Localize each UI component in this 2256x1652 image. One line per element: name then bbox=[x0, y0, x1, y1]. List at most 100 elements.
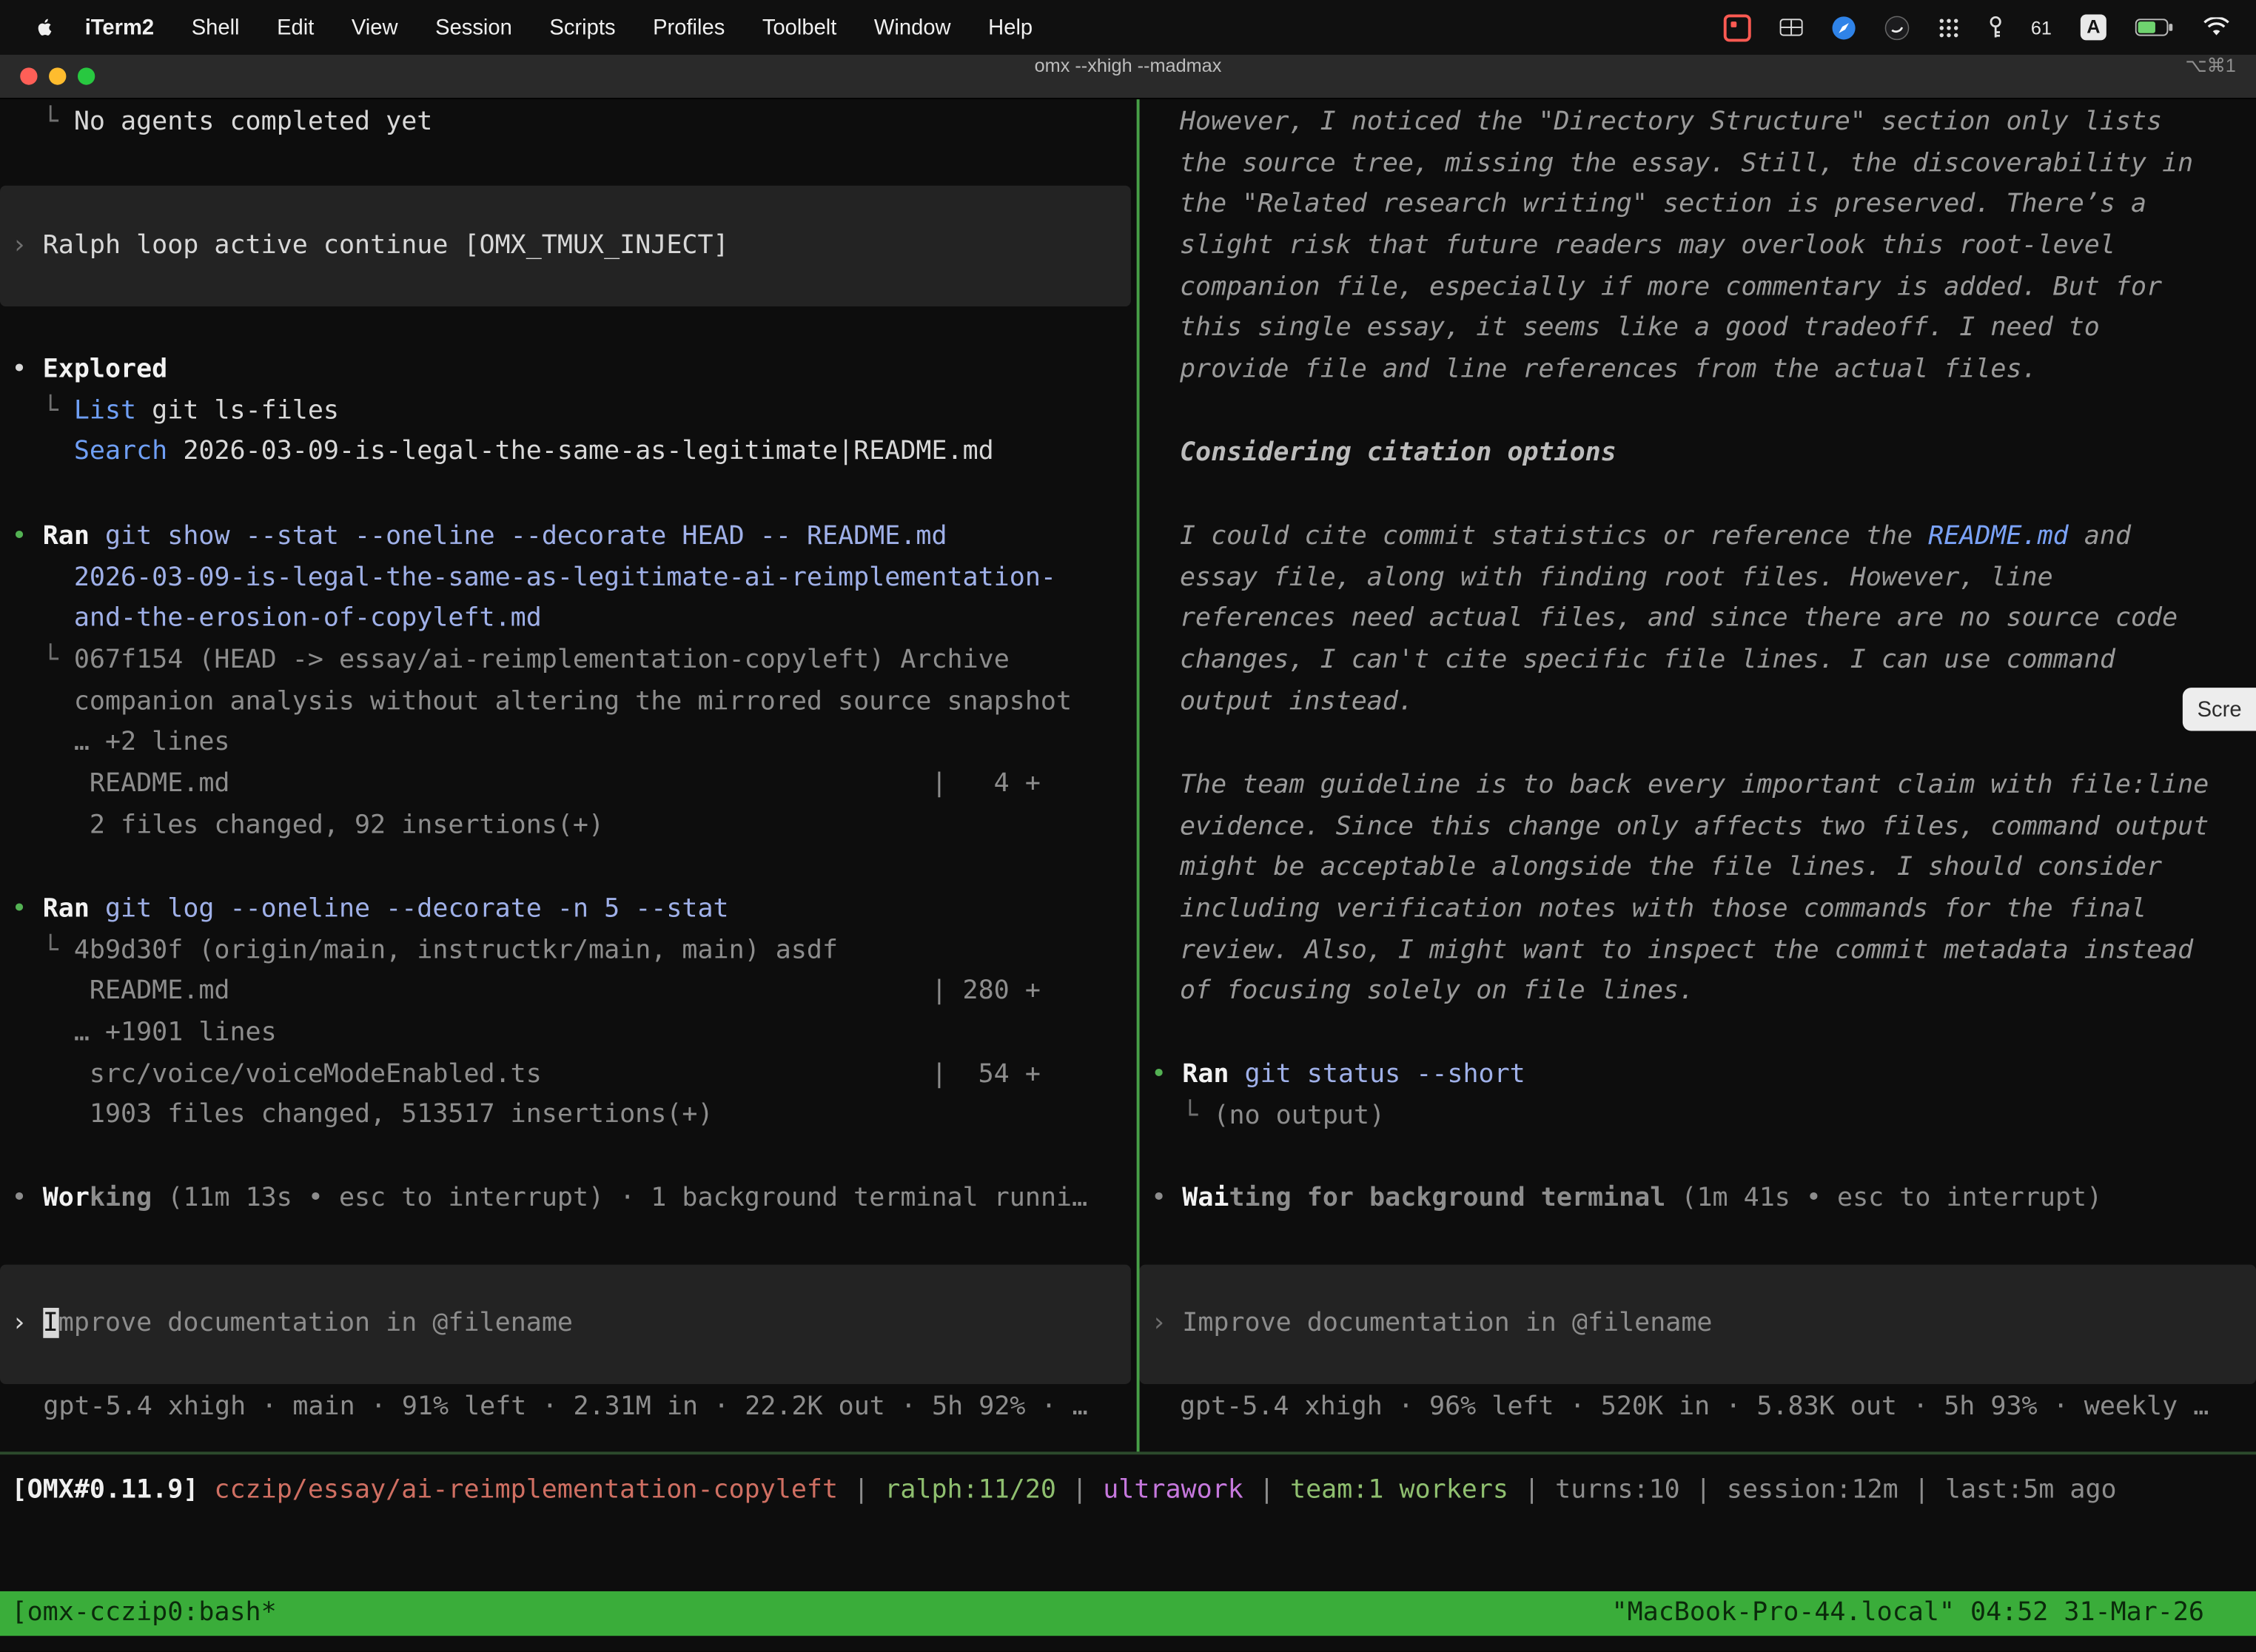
menu-bar-menus: iTerm2ShellEditViewSessionScriptsProfile… bbox=[0, 14, 1051, 40]
explored-block: • Explored └ List git ls-files Search 20… bbox=[12, 349, 994, 473]
terminal-line: [OMX#0.11.9] cczip/essay/ai-reimplementa… bbox=[12, 1471, 2117, 1512]
window-shortcut-badge: ⌥⌘1 bbox=[2185, 55, 2235, 78]
terminal-line: • Working (11m 13s • esc to interrupt) ·… bbox=[12, 1178, 1088, 1220]
terminal-line: of focusing solely on file lines. bbox=[1180, 972, 2209, 1013]
terminal-line: output instead. bbox=[1180, 682, 2178, 723]
terminal-line: review. Also, I might want to inspect th… bbox=[1180, 930, 2209, 972]
terminal-line: 2026-03-09-is-legal-the-same-as-legitima… bbox=[12, 558, 1072, 600]
menu-item-scripts[interactable]: Scripts bbox=[531, 15, 634, 39]
tmux-pane-right: However, I noticed the "Directory Struct… bbox=[1140, 98, 2256, 1451]
battery-percent: 61 bbox=[2031, 16, 2052, 38]
waiting-status-line: • Waiting for background terminal (1m 41… bbox=[1151, 1178, 2102, 1220]
terminal-line: 1903 files changed, 513517 insertions(+) bbox=[12, 1095, 1041, 1137]
terminal-line: └ 4b9d30f (origin/main, instructkr/main,… bbox=[12, 930, 1041, 972]
menu-bar-status-icons: 61 A bbox=[1723, 13, 2256, 41]
terminal-line: companion file, especially if more comme… bbox=[1180, 267, 2193, 309]
menu-item-help[interactable]: Help bbox=[970, 15, 1052, 39]
terminal-line: provide file and line references from th… bbox=[1180, 350, 2193, 392]
terminal-line: └ No agents completed yet bbox=[12, 102, 433, 144]
terminal-line: The team guideline is to back every impo… bbox=[1180, 765, 2209, 807]
terminal-line: might be acceptable alongside the file l… bbox=[1180, 848, 2209, 890]
reasoning-paragraph-cite: I could cite commit statistics or refere… bbox=[1180, 517, 2178, 723]
terminal-line: › Improve documentation in @filename bbox=[12, 1303, 573, 1345]
terminal-line: └ (no output) bbox=[1151, 1096, 1525, 1138]
terminal-line: However, I noticed the "Directory Struct… bbox=[1180, 102, 2193, 144]
terminal-line: • Explored bbox=[12, 349, 994, 391]
key-icon[interactable] bbox=[1988, 15, 2002, 39]
terminal-line: "MacBook-Pro-44.local" 04:52 31-Mar-26 bbox=[1612, 1593, 2205, 1634]
window-grid-icon[interactable] bbox=[1779, 19, 1802, 36]
terminal-line: • Ran git show --stat --oneline --decora… bbox=[12, 517, 1072, 558]
ralph-loop-banner: › Ralph loop active continue [OMX_TMUX_I… bbox=[0, 186, 1131, 306]
menu-item-profiles[interactable]: Profiles bbox=[634, 15, 744, 39]
terminal-line: evidence. Since this change only affects… bbox=[1180, 807, 2209, 848]
terminal-line: README.md | 4 + bbox=[12, 764, 1072, 805]
menu-item-shell[interactable]: Shell bbox=[172, 15, 258, 39]
terminal-line: gpt-5.4 xhigh · main · 91% left · 2.31M … bbox=[43, 1387, 1087, 1428]
desktop: iTerm2ShellEditViewSessionScriptsProfile… bbox=[0, 0, 2256, 1652]
tmux-window-tab[interactable]: [omx-cczip0:bash* bbox=[12, 1593, 277, 1634]
tmux-status-bar: [omx-cczip0:bash* "MacBook-Pro-44.local"… bbox=[0, 1591, 2256, 1636]
reasoning-paragraph-guideline: The team guideline is to back every impo… bbox=[1180, 765, 2209, 1013]
terminal-line: this single essay, it seems like a good … bbox=[1180, 309, 2193, 350]
menu-item-window[interactable]: Window bbox=[856, 15, 970, 39]
terminal-line: └ List git ls-files bbox=[12, 391, 994, 432]
terminal: └ No agents completed yet › Ralph loop a… bbox=[0, 98, 2256, 1451]
git-show-block: • Ran git show --stat --oneline --decora… bbox=[12, 517, 1072, 847]
horizontal-divider bbox=[0, 1451, 2256, 1454]
wifi-icon[interactable] bbox=[2203, 17, 2230, 37]
terminal-line: gpt-5.4 xhigh · 96% left · 520K in · 5.8… bbox=[1180, 1387, 2209, 1428]
tmux-pane-divider[interactable] bbox=[1137, 98, 1140, 1451]
dark-app-icon[interactable] bbox=[1884, 15, 1909, 39]
terminal-line: • Ran git status --short bbox=[1151, 1055, 1525, 1096]
menu-item-toolbelt[interactable]: Toolbelt bbox=[744, 15, 856, 39]
menu-item-iterm2[interactable]: iTerm2 bbox=[66, 15, 172, 39]
tmux-host-clock: "MacBook-Pro-44.local" 04:52 31-Mar-26 bbox=[1612, 1593, 2205, 1634]
git-status-block: • Ran git status --short └ (no output) bbox=[1151, 1055, 1525, 1138]
terminal-line: › Ralph loop active continue [OMX_TMUX_I… bbox=[12, 225, 729, 266]
terminal-line: 2 files changed, 92 insertions(+) bbox=[12, 805, 1072, 847]
terminal-line: • Ran git log --oneline --decorate -n 5 … bbox=[12, 889, 1041, 930]
terminal-line: including verification notes with those … bbox=[1180, 889, 2209, 930]
terminal-line: › Improve documentation in @filename bbox=[1151, 1303, 1712, 1345]
terminal-line: and-the-erosion-of-copyleft.md bbox=[12, 599, 1072, 640]
screen-recording-dot bbox=[1731, 21, 1737, 27]
terminal-line: … +1901 lines bbox=[12, 1013, 1041, 1055]
terminal-line: src/voice/voiceModeEnabled.ts | 54 + bbox=[12, 1054, 1041, 1095]
menu-item-session[interactable]: Session bbox=[417, 15, 531, 39]
terminal-line: └ 067f154 (HEAD -> essay/ai-reimplementa… bbox=[12, 640, 1072, 682]
terminal-line: • Waiting for background terminal (1m 41… bbox=[1151, 1178, 2102, 1220]
apps-grid-icon[interactable] bbox=[1937, 16, 1958, 38]
menu-item-view[interactable]: View bbox=[333, 15, 417, 39]
battery-icon[interactable] bbox=[2135, 18, 2174, 36]
terminal-line: slight risk that future readers may over… bbox=[1180, 226, 2193, 267]
browser-compass-icon[interactable] bbox=[1831, 15, 1856, 39]
omx-status-line: [OMX#0.11.9] cczip/essay/ai-reimplementa… bbox=[12, 1471, 2117, 1512]
input-source-icon[interactable]: A bbox=[2081, 14, 2106, 40]
terminal-line: Search 2026-03-09-is-legal-the-same-as-l… bbox=[12, 432, 994, 474]
reasoning-heading-citation: Considering citation options bbox=[1180, 433, 1617, 474]
terminal-line: companion analysis without altering the … bbox=[12, 682, 1072, 723]
git-log-block: • Ran git log --oneline --decorate -n 5 … bbox=[12, 889, 1041, 1137]
reasoning-paragraph-directory: However, I noticed the "Directory Struct… bbox=[1180, 102, 2193, 391]
window-title-bar[interactable]: omx --xhigh --madmax ⌥⌘1 bbox=[0, 55, 2256, 99]
terminal-line: … +2 lines bbox=[12, 723, 1072, 765]
terminal-line: README.md | 280 + bbox=[12, 972, 1041, 1013]
prompt-input-left[interactable]: › Improve documentation in @filename bbox=[0, 1265, 1131, 1384]
window-title: omx --xhigh --madmax bbox=[0, 55, 2256, 76]
prompt-input-right[interactable]: › Improve documentation in @filename bbox=[1140, 1265, 2256, 1384]
menu-bar: iTerm2ShellEditViewSessionScriptsProfile… bbox=[0, 0, 2256, 55]
screen-recording-icon[interactable] bbox=[1723, 13, 1750, 41]
session-statusline-left: gpt-5.4 xhigh · main · 91% left · 2.31M … bbox=[43, 1387, 1087, 1428]
apple-menu-icon[interactable] bbox=[23, 14, 66, 40]
terminal-line: I could cite commit statistics or refere… bbox=[1180, 517, 2178, 558]
terminal-line: essay file, along with finding root file… bbox=[1180, 558, 2178, 600]
terminal-line: changes, I can't cite specific file line… bbox=[1180, 640, 2178, 682]
terminal-line: the source tree, missing the essay. Stil… bbox=[1180, 144, 2193, 185]
agents-status-block: └ No agents completed yet bbox=[12, 102, 433, 144]
screen-share-chip[interactable]: Scre bbox=[2183, 688, 2256, 731]
tmux-pane-left: └ No agents completed yet › Ralph loop a… bbox=[0, 98, 1137, 1451]
menu-item-edit[interactable]: Edit bbox=[258, 15, 333, 39]
terminal-line: references need actual files, and since … bbox=[1180, 599, 2178, 640]
terminal-line: [omx-cczip0:bash* bbox=[12, 1593, 277, 1634]
